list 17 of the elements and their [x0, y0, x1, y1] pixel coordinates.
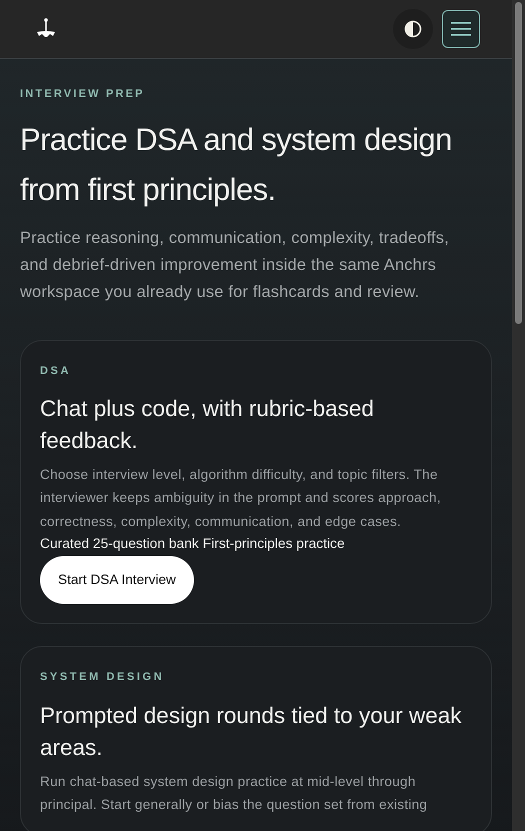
card-label: SYSTEM DESIGN: [40, 670, 166, 686]
menu-button[interactable]: [442, 10, 480, 48]
card-description: Run chat-based system design practice at mid-level through principal. Start generally or bias the question set from existing: [40, 772, 428, 814]
start-interview-button[interactable]: Start DSA Interview: [40, 556, 194, 604]
contrast-icon: [404, 20, 422, 38]
theme-toggle-button[interactable]: [393, 9, 433, 49]
feature-tag: First-principles practice: [202, 532, 345, 554]
card-label: DSA: [40, 364, 72, 378]
intro-text: Practice reasoning, communication, complexity, tradeoffs, and debrief-driven improvement inside the same Anchrs workspace you already use for flashcards and review.: [20, 228, 450, 302]
scrollbar[interactable]: [512, 0, 525, 831]
eyebrow-label: INTERVIEW PREP: [20, 87, 146, 102]
card-description: Choose interview level, algorithm difficulty, and topic filters. The interviewer keeps ambiguity in the prompt and scores approach, correctness, complexity, communication, and edge cases.: [40, 466, 442, 531]
card-title: Prompted design rounds tied to your weak areas.: [40, 702, 462, 762]
page-heading: Practice DSA and system design from first principles.: [20, 120, 453, 208]
menu-icon: [451, 21, 471, 37]
card-title: Chat plus code, with rubric-based feedback.: [40, 395, 375, 455]
feature-tag: Curated 25-question bank: [40, 532, 199, 554]
